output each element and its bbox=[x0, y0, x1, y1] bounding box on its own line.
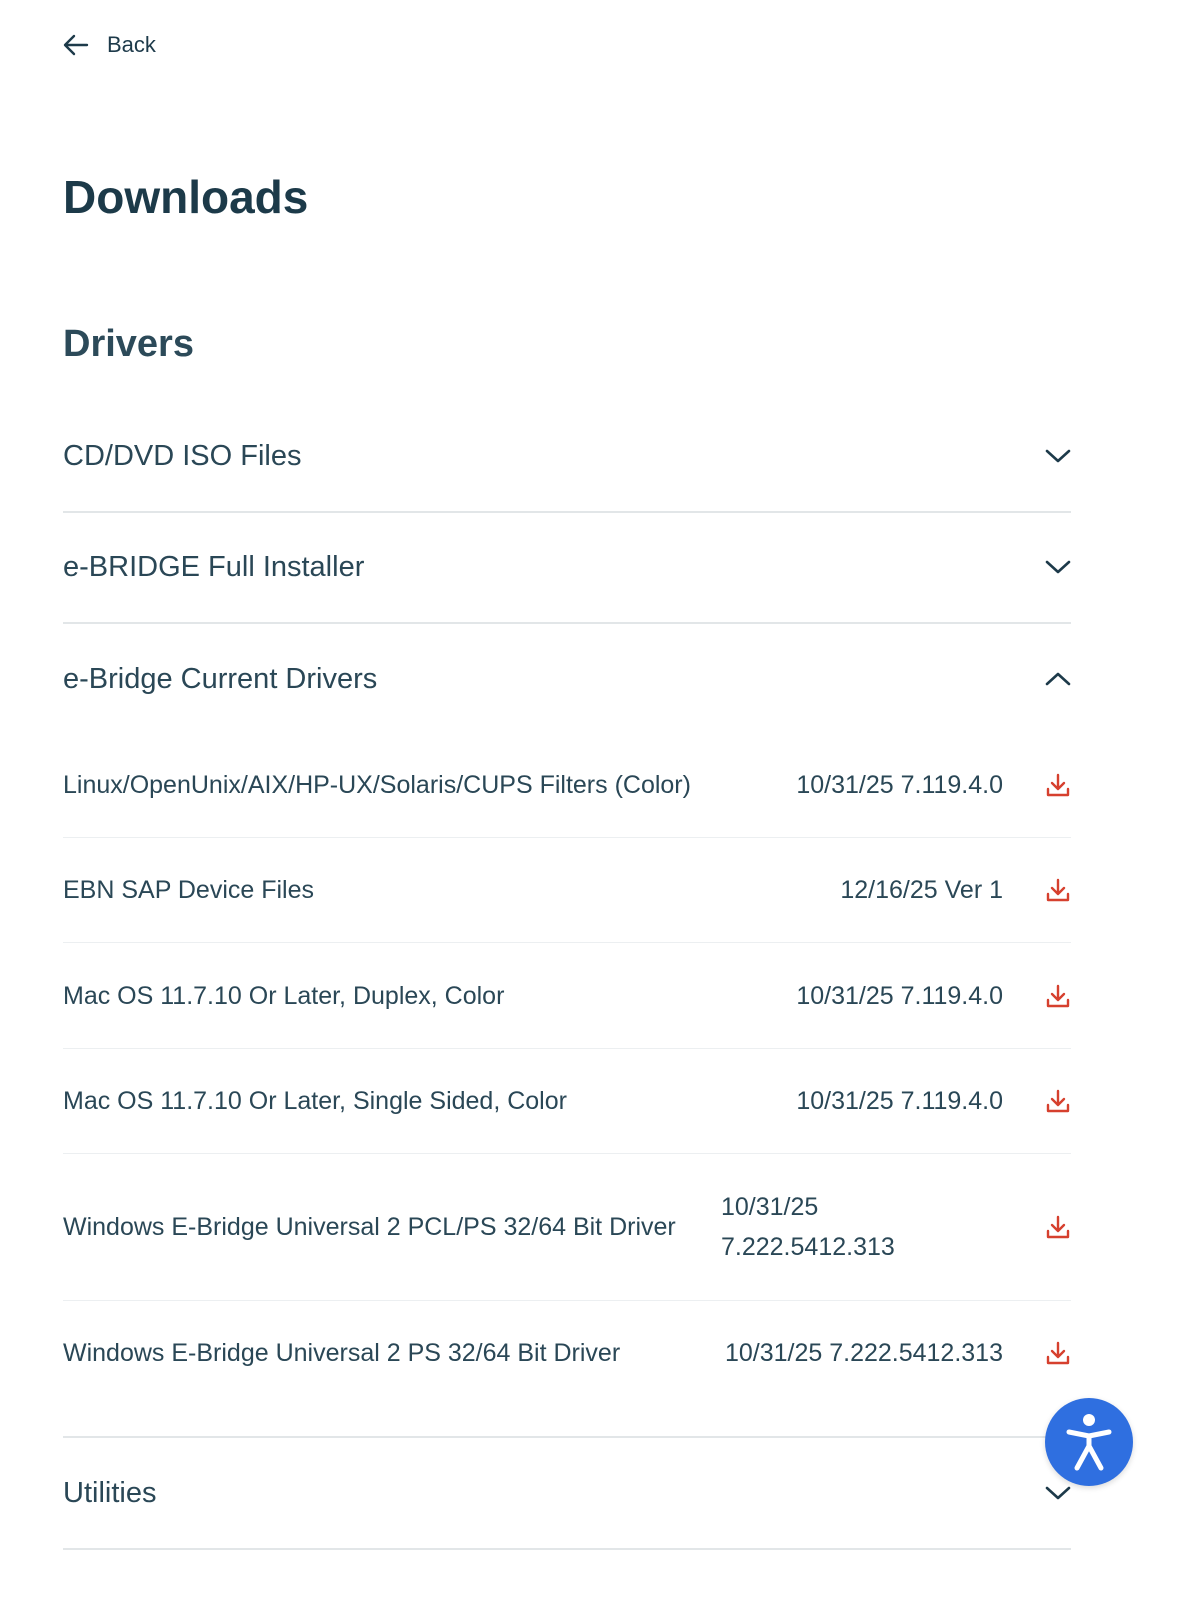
download-button[interactable] bbox=[1041, 877, 1071, 903]
accessibility-icon bbox=[1066, 1414, 1112, 1471]
list-item: Windows E-Bridge Universal 2 PS 32/64 Bi… bbox=[63, 1301, 1071, 1405]
driver-date-version: 10/31/25 7.222.5412.313 bbox=[721, 1193, 895, 1261]
download-icon bbox=[1046, 1341, 1070, 1365]
download-icon bbox=[1046, 1215, 1070, 1239]
driver-date-version: 12/16/25 Ver 1 bbox=[840, 876, 1003, 904]
driver-date-version: 10/31/25 7.119.4.0 bbox=[796, 981, 1003, 1010]
back-label: Back bbox=[107, 32, 156, 57]
driver-date-version: 10/31/25 7.119.4.0 bbox=[796, 770, 1003, 799]
chevron-down-icon bbox=[1045, 560, 1071, 574]
chevron-down-icon bbox=[1045, 449, 1071, 463]
accessibility-button[interactable] bbox=[1045, 1398, 1133, 1486]
driver-name: Mac OS 11.7.10 Or Later, Single Sided, C… bbox=[63, 1087, 567, 1115]
chevron-up-icon bbox=[1045, 672, 1071, 686]
page-title: Downloads bbox=[63, 171, 309, 223]
accordion-utilities[interactable]: Utilities bbox=[63, 1438, 1071, 1550]
driver-name: Mac OS 11.7.10 Or Later, Duplex, Color bbox=[63, 981, 505, 1010]
driver-date-version: 10/31/25 7.119.4.0 bbox=[796, 1087, 1003, 1115]
accordion-label: Utilities bbox=[63, 1476, 157, 1509]
driver-name: Windows E-Bridge Universal 2 PS 32/64 Bi… bbox=[63, 1339, 621, 1367]
download-icon bbox=[1046, 984, 1070, 1007]
download-button[interactable] bbox=[1041, 1088, 1071, 1114]
accordion-label: e-BRIDGE Full Installer bbox=[63, 550, 365, 583]
arrow-left-icon bbox=[63, 34, 89, 56]
list-item: Mac OS 11.7.10 Or Later, Single Sided, C… bbox=[63, 1049, 1071, 1154]
accordion-cd-dvd-iso-files[interactable]: CD/DVD ISO Files bbox=[63, 401, 1071, 513]
driver-name: EBN SAP Device Files bbox=[63, 876, 315, 904]
drivers-list: Linux/OpenUnix/AIX/HP-UX/Solaris/CUPS Fi… bbox=[63, 732, 1071, 1405]
list-item: EBN SAP Device Files 12/16/25 Ver 1 bbox=[63, 838, 1071, 943]
list-item: Mac OS 11.7.10 Or Later, Duplex, Color 1… bbox=[63, 943, 1071, 1049]
download-button[interactable] bbox=[1041, 1340, 1071, 1366]
accordion-e-bridge-full-installer[interactable]: e-BRIDGE Full Installer bbox=[63, 512, 1071, 624]
chevron-down-icon bbox=[1045, 1486, 1071, 1500]
download-icon bbox=[1046, 1089, 1070, 1113]
driver-name: Linux/OpenUnix/AIX/HP-UX/Solaris/CUPS Fi… bbox=[63, 770, 691, 799]
list-item: Linux/OpenUnix/AIX/HP-UX/Solaris/CUPS Fi… bbox=[63, 732, 1071, 838]
accordion-label: CD/DVD ISO Files bbox=[63, 439, 302, 472]
section-title-drivers: Drivers bbox=[63, 323, 194, 365]
download-button[interactable] bbox=[1041, 983, 1071, 1009]
download-icon bbox=[1046, 878, 1070, 902]
download-button[interactable] bbox=[1041, 772, 1071, 798]
download-button[interactable] bbox=[1041, 1214, 1071, 1240]
driver-name: Windows E-Bridge Universal 2 PCL/PS 32/6… bbox=[63, 1213, 676, 1241]
list-item: Windows E-Bridge Universal 2 PCL/PS 32/6… bbox=[63, 1154, 1071, 1301]
driver-date-version: 10/31/25 7.222.5412.313 bbox=[724, 1339, 1003, 1367]
accordion-label: e-Bridge Current Drivers bbox=[63, 662, 378, 695]
back-link[interactable]: Back bbox=[63, 28, 156, 62]
download-icon bbox=[1046, 773, 1070, 796]
accordion-e-bridge-current-drivers[interactable]: e-Bridge Current Drivers bbox=[63, 624, 1071, 734]
